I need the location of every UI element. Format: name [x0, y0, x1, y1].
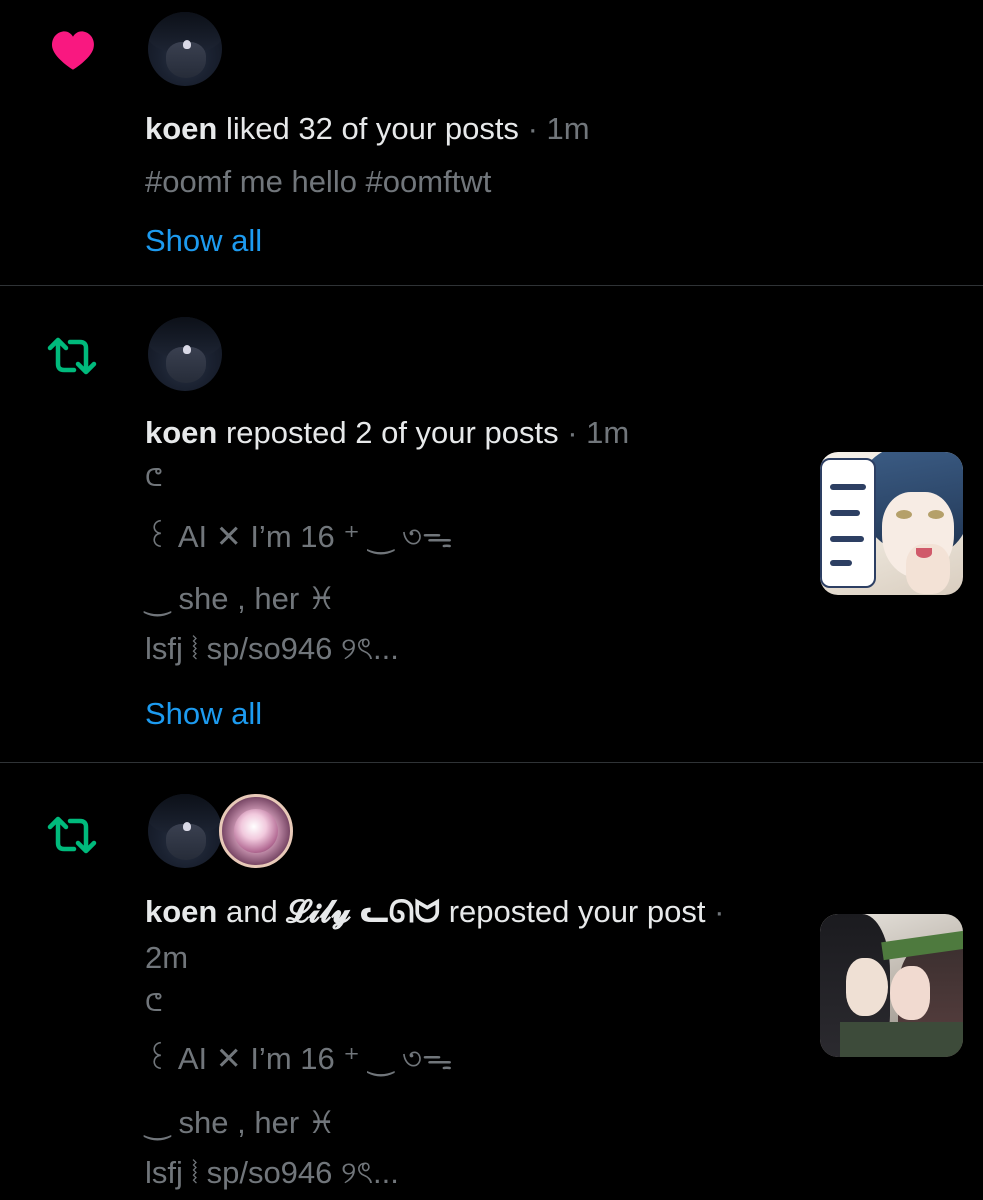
- post-preview-line: ‿ she , her ♓︎: [145, 1105, 336, 1140]
- show-all-link[interactable]: Show all: [145, 691, 262, 737]
- notification-like[interactable]: koen liked 32 of your posts · 1m #oomf m…: [0, 0, 983, 286]
- post-preview: #oomf me hello #oomftwt: [145, 164, 492, 199]
- show-all-link[interactable]: Show all: [145, 218, 262, 264]
- avatar-koen[interactable]: [148, 12, 222, 86]
- post-preview-line: ᕦ: [145, 465, 163, 492]
- action-text: reposted 2 of your posts: [225, 415, 559, 450]
- username[interactable]: koen: [145, 111, 217, 146]
- repost-icon: [46, 336, 98, 376]
- notification-headline: koen liked 32 of your posts · 1m: [145, 106, 590, 152]
- post-thumbnail[interactable]: [820, 452, 963, 595]
- username[interactable]: koen: [145, 894, 217, 929]
- avatar-koen[interactable]: [148, 794, 222, 868]
- separator: ·: [567, 415, 578, 450]
- post-preview-line: ᕦ: [145, 990, 163, 1017]
- post-preview-line: ꒰ AI ✕ I’m 16 ⁺ ‿ ৩ᯓ: [145, 1041, 453, 1076]
- post-preview-line: lsfj ⦚ sp/so946 ୨ৎ...: [145, 631, 399, 666]
- timestamp: 1m: [546, 111, 590, 146]
- separator: ·: [527, 111, 538, 146]
- timestamp: 1m: [586, 415, 630, 450]
- post-preview-line: ‿ she , her ♓︎: [145, 581, 336, 616]
- notification-repost[interactable]: koen reposted 2 of your posts · 1m ᕦ ꒰ A…: [0, 286, 983, 763]
- notification-headline: koen reposted 2 of your posts · 1m: [145, 410, 629, 456]
- avatar-koen[interactable]: [148, 317, 222, 391]
- action-text: liked 32 of your posts: [225, 111, 519, 146]
- username-2[interactable]: 𝓛𝓲𝓵𝔂 ᓚᘏᗢ: [286, 894, 440, 929]
- notification-repost[interactable]: koen and 𝓛𝓲𝓵𝔂 ᓚᘏᗢ reposted your post · 2…: [0, 763, 983, 1200]
- notification-headline: koen and 𝓛𝓲𝓵𝔂 ᓚᘏᗢ reposted your post · 2…: [145, 889, 725, 981]
- post-preview-line: ꒰ AI ✕ I’m 16 ⁺ ‿ ৩ᯓ: [145, 519, 453, 554]
- action-text: reposted your post: [448, 894, 706, 929]
- post-thumbnail[interactable]: [820, 914, 963, 1057]
- repost-icon: [46, 815, 98, 855]
- avatar-lily[interactable]: [219, 794, 293, 868]
- username[interactable]: koen: [145, 415, 217, 450]
- conjunction-text: and: [225, 894, 278, 929]
- post-preview-line: lsfj ⦚ sp/so946 ୨ৎ...: [145, 1155, 399, 1190]
- separator: ·: [714, 894, 725, 929]
- heart-icon: [50, 28, 96, 72]
- timestamp: 2m: [145, 940, 189, 975]
